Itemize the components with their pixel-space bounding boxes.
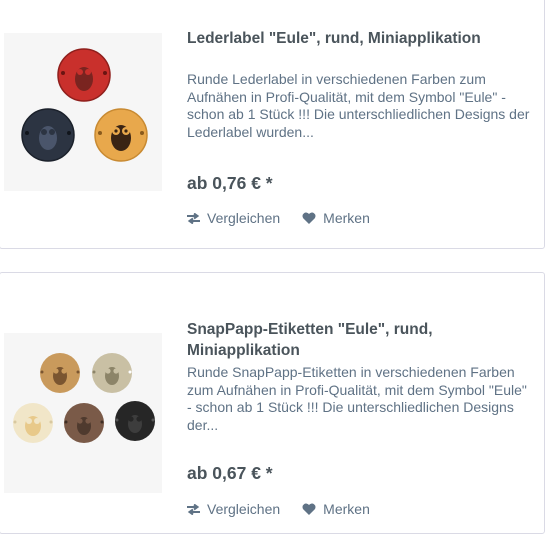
compare-button[interactable]: Vergleichen	[187, 501, 280, 517]
red-owl-label	[57, 48, 111, 102]
compare-icon	[187, 212, 200, 224]
product-actions: Vergleichen Merken	[187, 501, 370, 517]
tan-owl-label	[40, 353, 80, 393]
product-price: ab 0,67 € *	[187, 463, 273, 483]
dark-blue-owl-label	[21, 108, 75, 162]
product-price: ab 0,76 € *	[187, 173, 273, 193]
heart-icon	[302, 212, 316, 224]
wishlist-button[interactable]: Merken	[302, 501, 370, 517]
black-owl-label	[115, 401, 155, 441]
cream-owl-label	[13, 403, 53, 443]
product-card: Lederlabel "Eule", rund, Miniapplikation…	[0, 0, 545, 249]
compare-label: Vergleichen	[207, 501, 281, 517]
heart-icon	[302, 503, 316, 515]
product-description: Runde Lederlabel in verschiedenen Farben…	[187, 71, 530, 140]
orange-owl-label	[94, 108, 148, 162]
product-image-snappap-labels[interactable]	[4, 333, 162, 493]
wishlist-label: Merken	[323, 210, 370, 226]
wishlist-label: Merken	[323, 501, 370, 517]
compare-button[interactable]: Vergleichen	[187, 210, 280, 226]
compare-icon	[187, 503, 200, 515]
wishlist-button[interactable]: Merken	[302, 210, 370, 226]
grey-owl-label	[92, 353, 132, 393]
product-title[interactable]: SnapPapp-Etiketten "Eule", rund, Miniapp…	[187, 319, 522, 361]
brown-owl-label	[64, 403, 104, 443]
product-actions: Vergleichen Merken	[187, 210, 370, 226]
product-title[interactable]: Lederlabel "Eule", rund, Miniapplikation	[187, 28, 522, 49]
product-image-leather-labels[interactable]	[4, 33, 162, 191]
product-card: SnapPapp-Etiketten "Eule", rund, Miniapp…	[0, 272, 545, 534]
product-description: Runde SnapPapp-Etiketten in verschiedene…	[187, 364, 527, 433]
compare-label: Vergleichen	[207, 210, 281, 226]
